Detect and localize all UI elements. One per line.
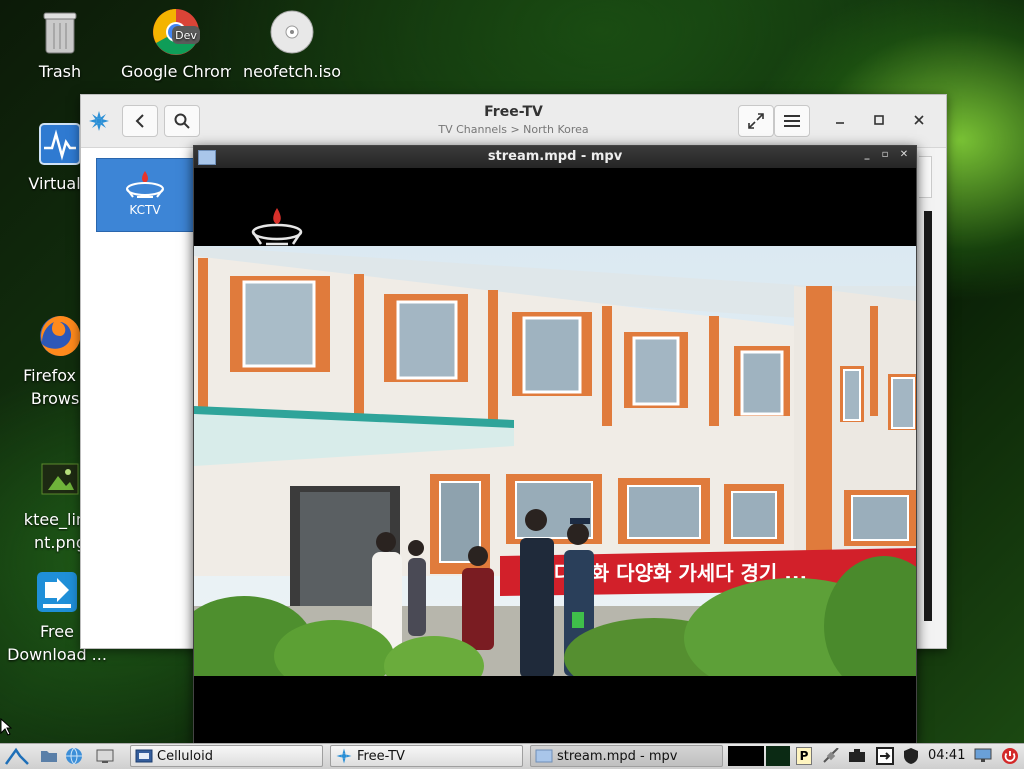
video-kctv-watermark xyxy=(248,204,306,248)
start-menu-button[interactable] xyxy=(2,745,32,767)
trash-icon xyxy=(36,8,84,56)
security-tray-button[interactable] xyxy=(902,747,920,765)
mpv-minimize-button[interactable]: _ xyxy=(860,149,874,160)
network-monitor-graph xyxy=(766,746,790,766)
freetv-icon xyxy=(336,748,352,764)
exit-arrow-icon xyxy=(876,747,894,765)
display-tray-button[interactable] xyxy=(974,747,992,765)
fullscreen-button[interactable] xyxy=(738,105,774,137)
power-icon xyxy=(1002,748,1018,764)
network-tray-button[interactable] xyxy=(822,747,840,765)
keyboard-tray-button[interactable] xyxy=(848,747,866,765)
mpv-titlebar[interactable]: stream.mpd - mpv _ ▫ ✕ xyxy=(194,146,916,168)
cpu-monitor-graph xyxy=(728,746,764,766)
clipboard-p-icon: P xyxy=(796,747,812,765)
breadcrumb: TV Channels > North Korea xyxy=(438,123,589,136)
desktop-icon xyxy=(96,749,114,763)
mpv-window: stream.mpd - mpv _ ▫ ✕ 다종화 다양화 가세다 경기 ..… xyxy=(193,145,917,745)
network-plug-icon xyxy=(823,748,839,763)
expand-icon xyxy=(748,113,764,129)
taskbar-item-label: stream.mpd - mpv xyxy=(557,748,678,764)
monitor-icon xyxy=(974,748,992,762)
channel-item-kctv[interactable]: KCTV xyxy=(96,158,194,232)
taskbar-item-mpv[interactable]: stream.mpd - mpv xyxy=(530,745,723,767)
virtualbox-icon xyxy=(36,120,84,168)
mpv-window-icon xyxy=(535,749,553,763)
desktop-icon-label: Trash xyxy=(38,62,82,81)
mpv-maximize-button[interactable]: ▫ xyxy=(878,149,892,160)
logout-tray-button[interactable] xyxy=(876,747,894,765)
close-button[interactable] xyxy=(908,109,930,131)
mouse-cursor xyxy=(0,717,13,736)
channel-list: KCTV xyxy=(81,148,194,648)
desktop-icon-trash[interactable]: Trash xyxy=(5,8,115,83)
desktop-icon-neofetch[interactable]: neofetch.iso xyxy=(237,8,347,83)
power-button[interactable] xyxy=(1001,747,1019,765)
content-panel-edge xyxy=(919,156,932,198)
maximize-button[interactable] xyxy=(868,109,890,131)
maximize-icon xyxy=(874,115,884,125)
desktop-icon-label: Google Chrome (u xyxy=(121,62,231,81)
keyboard-icon xyxy=(849,749,865,762)
minimize-icon xyxy=(836,122,844,124)
close-icon xyxy=(914,115,924,125)
desktop-icon-chrome[interactable]: Dev Google Chrome (u xyxy=(121,8,231,94)
freetv-headerbar: Free-TV TV Channels > North Korea xyxy=(81,95,946,148)
file-manager-launcher[interactable] xyxy=(40,747,58,765)
menu-button[interactable] xyxy=(774,105,810,137)
taskbar-item-label: Free-TV xyxy=(357,748,405,764)
disc-icon xyxy=(268,8,316,56)
minimize-button[interactable] xyxy=(829,109,851,131)
free-download-manager-icon xyxy=(33,568,81,616)
mpv-window-title: stream.mpd - mpv xyxy=(487,149,623,164)
taskbar: Celluloid Free-TV stream.mpd - mpv P 04:… xyxy=(0,743,1024,769)
desktop-icon-label: neofetch.iso xyxy=(242,62,342,81)
celluloid-icon xyxy=(135,749,153,763)
folder-icon xyxy=(41,751,57,762)
hamburger-menu-icon xyxy=(784,115,800,127)
video-scene-building: 다종화 다양화 가세다 경기 ... xyxy=(194,246,916,676)
image-file-icon xyxy=(36,456,84,504)
channel-label: KCTV xyxy=(129,203,161,217)
video-frame[interactable]: 다종화 다양화 가세다 경기 ... xyxy=(194,246,916,676)
clipboard-tray-button[interactable]: P xyxy=(795,747,813,765)
clock[interactable]: 04:41 xyxy=(928,748,965,763)
firefox-icon xyxy=(36,312,84,360)
shield-icon xyxy=(904,748,918,764)
app-menu-icon xyxy=(4,747,29,765)
content-scrollbar[interactable] xyxy=(924,211,932,621)
kctv-logo-icon xyxy=(123,167,167,201)
globe-icon xyxy=(66,747,82,765)
taskbar-item-celluloid[interactable]: Celluloid xyxy=(130,745,323,767)
taskbar-item-label: Celluloid xyxy=(157,748,213,764)
show-desktop-button[interactable] xyxy=(96,747,114,765)
browser-launcher[interactable] xyxy=(65,747,83,765)
chrome-dev-icon: Dev xyxy=(152,8,200,56)
chrome-dev-badge: Dev xyxy=(175,29,197,42)
window-title: Free-TV xyxy=(484,104,543,120)
mpv-close-button[interactable]: ✕ xyxy=(897,149,911,160)
taskbar-item-freetv[interactable]: Free-TV xyxy=(330,745,523,767)
